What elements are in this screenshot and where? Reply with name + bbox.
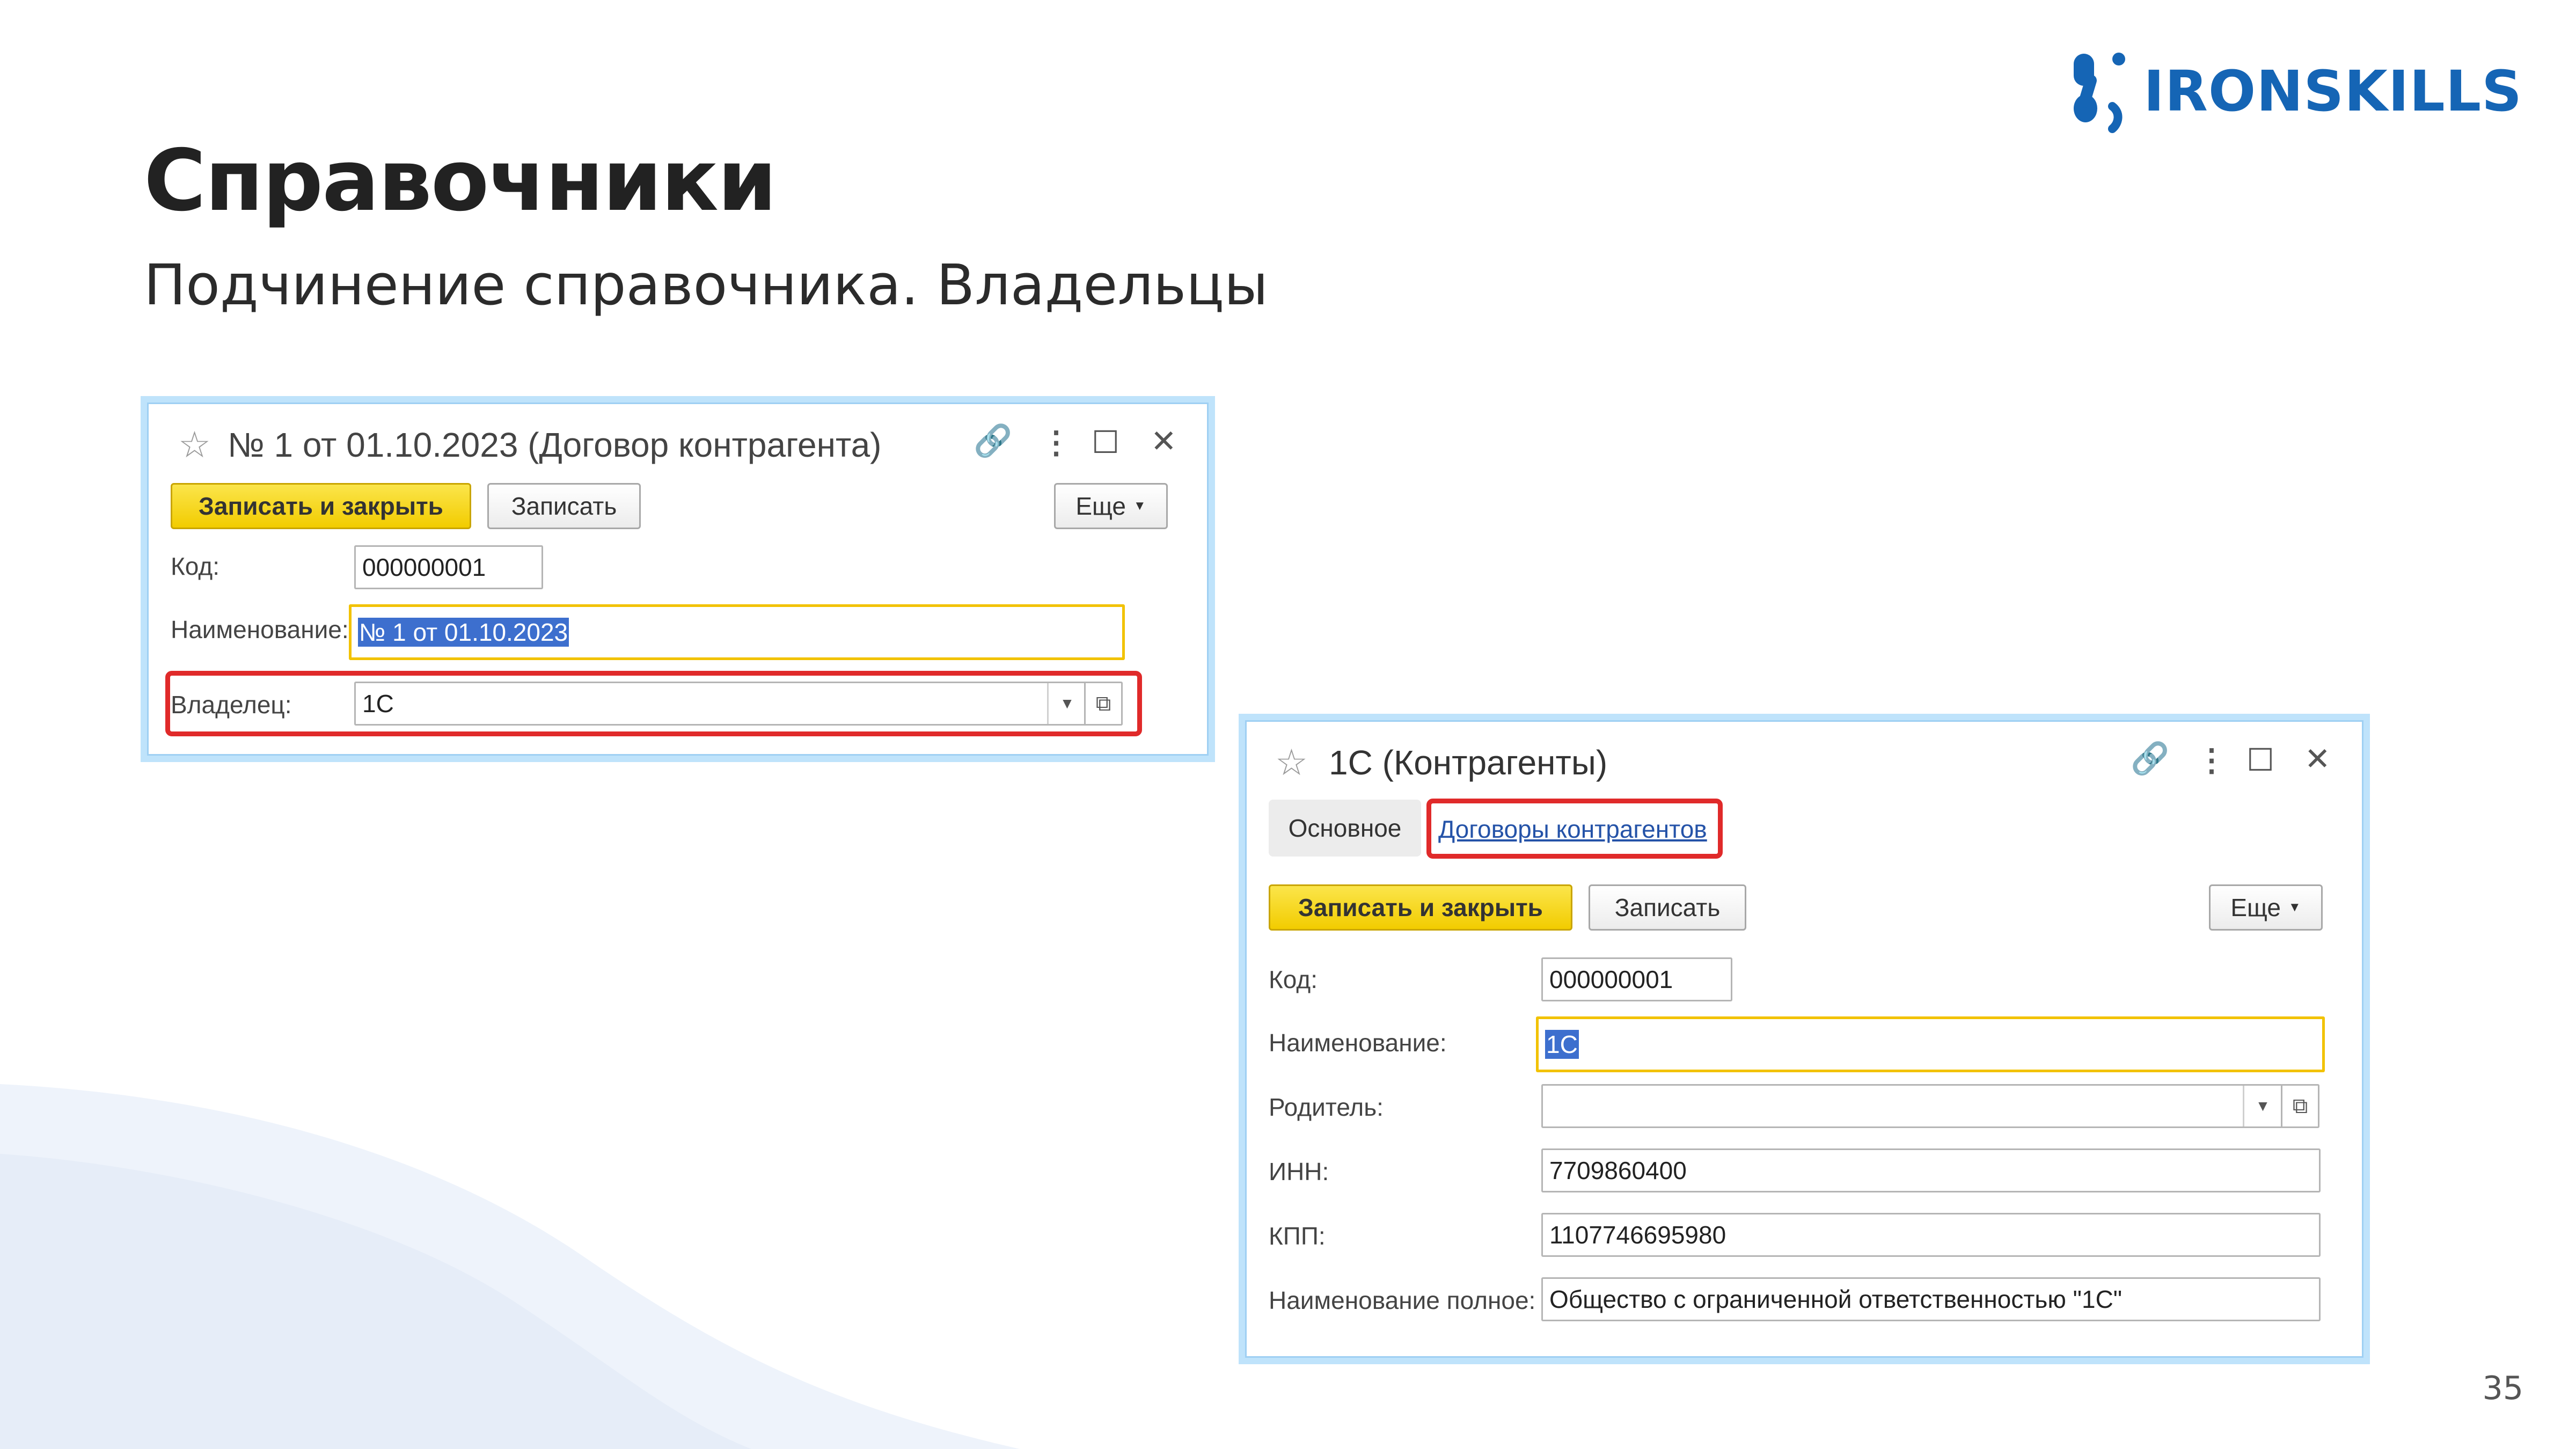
counterparty-window-title: 1С (Контрагенты) bbox=[1329, 743, 1608, 782]
save-close-button[interactable]: Записать и закрыть bbox=[171, 483, 471, 529]
close-icon[interactable]: ✕ bbox=[2304, 741, 2331, 777]
save-button[interactable]: Записать bbox=[487, 483, 641, 529]
name-field[interactable]: № 1 от 01.10.2023 bbox=[349, 604, 1125, 660]
fullname-field[interactable]: Общество с ограниченной ответственностью… bbox=[1541, 1277, 2321, 1321]
more-button[interactable]: Еще ▼ bbox=[2209, 884, 2323, 931]
chevron-down-icon: ▼ bbox=[2288, 900, 2301, 914]
slide-title: Справочники bbox=[144, 131, 777, 230]
tab-main[interactable]: Основное bbox=[1269, 800, 1421, 857]
code-label: Код: bbox=[171, 552, 219, 580]
kpp-label: КПП: bbox=[1269, 1222, 1326, 1250]
more-button[interactable]: Еще ▼ bbox=[1054, 483, 1168, 529]
brand-logo: IRONSKILLS bbox=[2069, 48, 2522, 134]
chevron-down-icon: ▼ bbox=[1133, 499, 1146, 513]
name-label: Наименование: bbox=[1269, 1029, 1447, 1057]
more-button-label: Еще bbox=[1075, 492, 1126, 520]
star-icon[interactable]: ☆ bbox=[1275, 742, 1308, 784]
contract-window: ☆ № 1 от 01.10.2023 (Договор контрагента… bbox=[141, 396, 1215, 762]
brand-mark-icon bbox=[2074, 53, 2126, 133]
name-field-selection: № 1 от 01.10.2023 bbox=[358, 618, 569, 647]
tab-contracts[interactable]: Договоры контрагентов bbox=[1438, 815, 1707, 844]
save-close-button[interactable]: Записать и закрыть bbox=[1269, 884, 1572, 931]
maximize-icon[interactable]: ☐ bbox=[1092, 424, 1119, 460]
open-item-icon[interactable]: ⧉ bbox=[1084, 682, 1123, 726]
contract-window-title: № 1 от 01.10.2023 (Договор контрагента) bbox=[228, 426, 882, 464]
dropdown-arrow-icon[interactable]: ▼ bbox=[1047, 683, 1086, 724]
link-icon[interactable]: 🔗 bbox=[974, 423, 1012, 459]
owner-field[interactable]: 1С ▼ bbox=[354, 682, 1087, 726]
page-number: 35 bbox=[2482, 1370, 2523, 1407]
link-icon[interactable]: 🔗 bbox=[2131, 741, 2169, 777]
brand-name: IRONSKILLS bbox=[2143, 58, 2522, 124]
slide-subtitle: Подчинение справочника. Владельцы bbox=[144, 252, 1269, 318]
more-vertical-icon[interactable]: ⋮ bbox=[1041, 424, 1072, 460]
save-button[interactable]: Записать bbox=[1589, 884, 1746, 931]
maximize-icon[interactable]: ☐ bbox=[2246, 742, 2274, 778]
close-icon[interactable]: ✕ bbox=[1151, 423, 1177, 459]
counterparty-window: ☆ 1С (Контрагенты) 🔗 ⋮ ☐ ✕ Основное Дого… bbox=[1239, 714, 2370, 1364]
code-field[interactable]: 000000001 bbox=[1541, 957, 1732, 1001]
inn-label: ИНН: bbox=[1269, 1158, 1329, 1185]
inn-field[interactable]: 7709860400 bbox=[1541, 1148, 2321, 1192]
fullname-label: Наименование полное: bbox=[1269, 1286, 1536, 1314]
more-vertical-icon[interactable]: ⋮ bbox=[2196, 742, 2227, 778]
kpp-field[interactable]: 1107746695980 bbox=[1541, 1213, 2321, 1257]
name-field-selection: 1С bbox=[1545, 1030, 1579, 1059]
dropdown-arrow-icon[interactable]: ▼ bbox=[2243, 1086, 2281, 1126]
name-field[interactable]: 1С bbox=[1536, 1016, 2325, 1072]
parent-field[interactable]: ▼ bbox=[1541, 1084, 2283, 1128]
name-label: Наименование: bbox=[171, 616, 349, 643]
owner-field-value: 1С bbox=[362, 690, 394, 718]
parent-label: Родитель: bbox=[1269, 1093, 1384, 1121]
owner-label: Владелец: bbox=[171, 691, 292, 719]
star-icon[interactable]: ☆ bbox=[178, 424, 211, 466]
more-button-label: Еще bbox=[2230, 894, 2281, 921]
code-label: Код: bbox=[1269, 965, 1318, 993]
open-item-icon[interactable]: ⧉ bbox=[2281, 1084, 2319, 1128]
code-field[interactable]: 000000001 bbox=[354, 545, 543, 589]
